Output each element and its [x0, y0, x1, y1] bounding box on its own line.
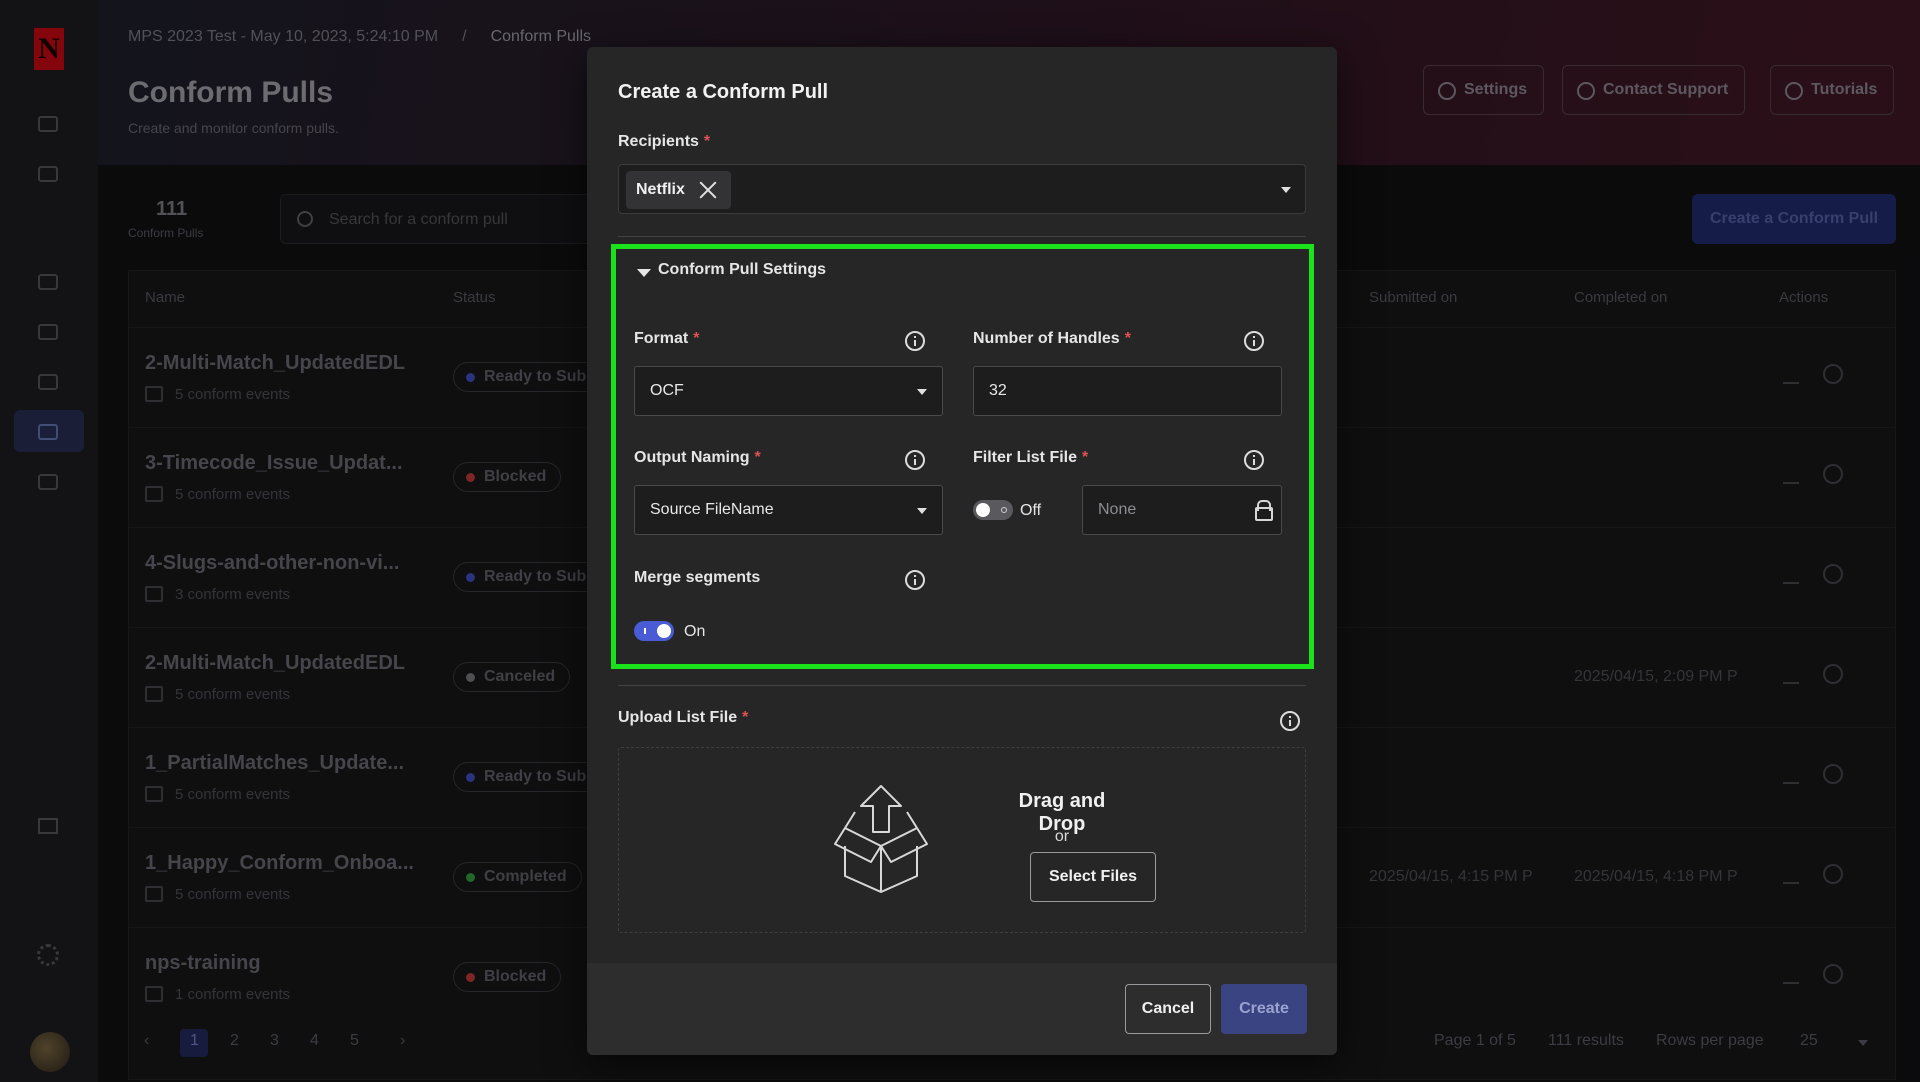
merge-segments-label: Merge segments	[634, 569, 761, 586]
upload-list-label: Upload List File *	[618, 709, 748, 727]
format-value: OCF	[650, 382, 684, 399]
output-naming-select[interactable]: Source FileName	[634, 485, 943, 535]
dialog-footer: Cancel Create	[587, 963, 1337, 1055]
chevron-down-icon	[917, 508, 927, 514]
settings-section-title[interactable]: Conform Pull Settings	[658, 261, 826, 279]
format-label-text: Format	[634, 330, 689, 347]
toggle-knob	[976, 503, 990, 517]
filter-list-label-text: Filter List File	[973, 449, 1078, 466]
filter-list-toggle-state: Off	[1020, 502, 1042, 519]
dialog-title: Create a Conform Pull	[618, 81, 829, 103]
recipient-chip-label: Netflix	[636, 181, 685, 198]
recipients-select[interactable]: Netflix	[618, 164, 1306, 214]
handles-value: 32	[989, 382, 1007, 399]
close-icon[interactable]	[699, 181, 717, 199]
format-label: Format *	[634, 330, 699, 348]
recipient-chip: Netflix	[626, 171, 731, 209]
merge-segments-toggle[interactable]	[634, 621, 674, 641]
required-mark: *	[754, 449, 761, 466]
required-mark: *	[1082, 449, 1089, 466]
collapse-caret-icon[interactable]	[637, 269, 651, 277]
conform-pull-settings-section: Conform Pull Settings Format * OCF Number…	[611, 244, 1314, 669]
divider	[618, 685, 1306, 686]
info-icon[interactable]	[1244, 331, 1264, 351]
filter-list-label: Filter List File *	[973, 449, 1088, 467]
required-mark: *	[1124, 330, 1131, 347]
format-select[interactable]: OCF	[634, 366, 943, 416]
output-naming-value: Source FileName	[650, 501, 774, 518]
info-icon[interactable]	[905, 570, 925, 590]
output-naming-label-text: Output Naming	[634, 449, 750, 466]
output-naming-label: Output Naming *	[634, 449, 761, 467]
filter-list-toggle[interactable]	[973, 500, 1013, 520]
info-icon[interactable]	[905, 331, 925, 351]
info-icon[interactable]	[1244, 450, 1264, 470]
filter-list-file-input: None	[1082, 485, 1282, 535]
toggle-knob	[657, 624, 671, 638]
info-icon[interactable]	[1280, 711, 1300, 731]
create-button[interactable]: Create	[1221, 984, 1307, 1034]
filter-list-file-value: None	[1098, 501, 1137, 518]
info-icon[interactable]	[905, 450, 925, 470]
required-mark: *	[742, 709, 749, 726]
merge-segments-toggle-state: On	[684, 623, 706, 640]
cancel-button[interactable]: Cancel	[1125, 984, 1211, 1034]
divider	[618, 236, 1306, 237]
chevron-down-icon	[917, 389, 927, 395]
upload-list-label-text: Upload List File	[618, 709, 738, 726]
handles-input[interactable]: 32	[973, 366, 1282, 416]
chevron-down-icon[interactable]	[1281, 187, 1291, 193]
recipients-label-text: Recipients	[618, 133, 699, 150]
required-mark: *	[693, 330, 700, 347]
lock-icon	[1255, 500, 1273, 521]
required-mark: *	[703, 133, 711, 150]
file-dropzone[interactable]: Drag and Drop or Select Files	[618, 747, 1306, 933]
recipients-label: Recipients *	[618, 133, 710, 151]
handles-label-text: Number of Handles	[973, 330, 1120, 347]
create-conform-pull-dialog: Create a Conform Pull Recipients * Netfli…	[587, 47, 1337, 1055]
select-files-button[interactable]: Select Files	[1030, 852, 1156, 902]
handles-label: Number of Handles *	[973, 330, 1131, 348]
drag-drop-or: or	[1054, 828, 1070, 845]
upload-box-icon	[834, 785, 928, 893]
